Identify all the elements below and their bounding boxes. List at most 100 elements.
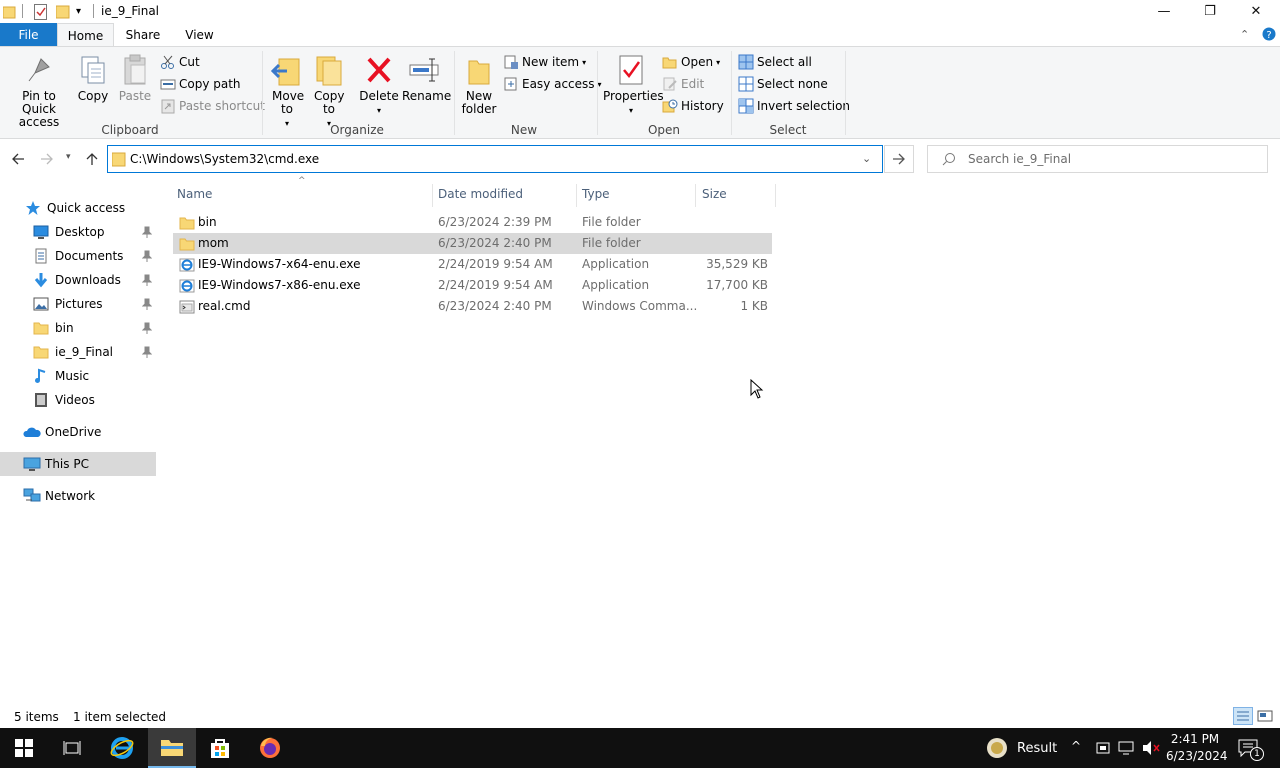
nav-item-bin[interactable]: bin xyxy=(0,316,156,340)
open-button[interactable]: Open ▾ xyxy=(662,53,720,71)
copy-path-button[interactable]: Copy path xyxy=(160,75,241,93)
pin-icon[interactable] xyxy=(142,298,152,310)
pin-icon[interactable] xyxy=(142,274,152,286)
tab-share[interactable]: Share xyxy=(114,23,172,47)
address-input[interactable]: C:\Windows\System32\cmd.exe xyxy=(130,152,319,166)
file-size: 17,700 KB xyxy=(706,278,768,292)
search-box[interactable]: Search ie_9_Final xyxy=(927,145,1268,173)
move-to-button[interactable]: Move to ▾ xyxy=(268,53,306,130)
nav-onedrive[interactable]: OneDrive xyxy=(0,420,156,444)
column-header-size[interactable]: Size xyxy=(702,187,727,201)
invert-selection-button[interactable]: Invert selection xyxy=(738,97,850,115)
new-item-button[interactable]: New item ▾ xyxy=(503,53,586,71)
column-divider[interactable] xyxy=(775,184,776,207)
rename-button[interactable]: Rename xyxy=(402,53,451,103)
result-app-icon[interactable] xyxy=(986,737,1008,759)
select-none-button[interactable]: Select none xyxy=(738,75,828,93)
nav-item-downloads[interactable]: Downloads xyxy=(0,268,156,292)
file-row[interactable]: real.cmd 6/23/2024 2:40 PM Windows Comma..… xyxy=(173,296,772,317)
history-button[interactable]: History xyxy=(662,97,724,115)
copy-to-button[interactable]: Copy to ▾ xyxy=(310,53,348,130)
file-name: real.cmd xyxy=(198,299,251,313)
forward-arrow-icon[interactable] xyxy=(39,151,55,167)
nav-item-music[interactable]: Music xyxy=(0,364,156,388)
select-all-button[interactable]: Select all xyxy=(738,53,812,71)
back-arrow-icon[interactable] xyxy=(10,151,26,167)
large-icons-view-icon[interactable] xyxy=(1257,708,1273,724)
nav-network[interactable]: Network xyxy=(0,484,156,508)
pin-to-quick-access-button[interactable]: Pin to Quick access xyxy=(4,53,74,129)
nav-item-videos[interactable]: Videos xyxy=(0,388,156,412)
file-row[interactable]: bin 6/23/2024 2:39 PM File folder xyxy=(173,212,772,233)
clock-time[interactable]: 2:41 PM xyxy=(1170,732,1220,746)
restore-button[interactable]: ❐ xyxy=(1187,0,1233,23)
device-icon[interactable] xyxy=(1096,740,1110,756)
column-divider[interactable] xyxy=(432,184,433,207)
volume-muted-icon[interactable] xyxy=(1142,740,1160,756)
copy-path-icon xyxy=(160,76,176,92)
search-input[interactable]: Search ie_9_Final xyxy=(968,152,1071,166)
column-divider[interactable] xyxy=(576,184,577,207)
nav-this-pc[interactable]: This PC xyxy=(0,452,156,476)
task-view-button[interactable] xyxy=(48,728,96,768)
qat-customize-dropdown[interactable]: ▾ xyxy=(76,3,81,20)
help-icon[interactable]: ? xyxy=(1262,27,1276,41)
new-folder-button[interactable]: New folder xyxy=(459,53,499,116)
ie-installer-icon xyxy=(179,257,195,273)
nav-item-pictures[interactable]: Pictures xyxy=(0,292,156,316)
edit-button[interactable]: Edit xyxy=(662,75,704,93)
pin-icon[interactable] xyxy=(142,250,152,262)
invert-selection-icon xyxy=(738,98,754,114)
taskbar-file-explorer[interactable] xyxy=(148,728,196,768)
network-status-icon[interactable] xyxy=(1118,740,1136,756)
cut-button[interactable]: Cut xyxy=(160,53,200,71)
properties-qat-icon[interactable] xyxy=(34,3,48,20)
move-to-label: Move to xyxy=(272,89,305,116)
copy-icon xyxy=(77,53,109,87)
file-row[interactable]: IE9-Windows7-x86-enu.exe 2/24/2019 9:54 A… xyxy=(173,275,772,296)
tab-view[interactable]: View xyxy=(172,23,227,47)
clock-date[interactable]: 6/23/2024 xyxy=(1166,749,1228,763)
address-dropdown-chevron-icon[interactable]: ⌄ xyxy=(862,152,871,165)
nav-quick-access[interactable]: Quick access xyxy=(0,196,156,220)
pin-icon[interactable] xyxy=(142,322,152,334)
paste-shortcut-button[interactable]: Paste shortcut xyxy=(160,97,265,115)
column-header-name[interactable]: Name xyxy=(177,187,212,201)
scissors-icon xyxy=(160,54,176,70)
file-row[interactable]: mom 6/23/2024 2:40 PM File folder xyxy=(173,233,772,254)
pin-icon[interactable] xyxy=(142,226,152,238)
up-arrow-icon[interactable] xyxy=(84,151,100,167)
column-header-type[interactable]: Type xyxy=(582,187,610,201)
column-header-date[interactable]: Date modified xyxy=(438,187,523,201)
paste-button[interactable]: Paste xyxy=(116,53,154,103)
collapse-ribbon-icon[interactable]: ⌃ xyxy=(1240,28,1249,41)
properties-button[interactable]: Properties ▾ xyxy=(603,53,664,117)
new-folder-qat-icon[interactable] xyxy=(56,3,70,20)
details-view-icon[interactable] xyxy=(1233,707,1253,725)
copy-button[interactable]: Copy xyxy=(74,53,112,103)
taskbar-firefox[interactable] xyxy=(246,728,294,768)
pin-icon[interactable] xyxy=(142,346,152,358)
taskbar-store[interactable] xyxy=(196,728,244,768)
selection-count: 1 item selected xyxy=(73,710,167,724)
address-bar[interactable]: C:\Windows\System32\cmd.exe ⌄ xyxy=(107,145,883,173)
result-label[interactable]: Result xyxy=(1017,741,1057,756)
file-date-modified: 6/23/2024 2:40 PM xyxy=(438,299,552,313)
show-hidden-icons-chevron-icon[interactable]: ^ xyxy=(1071,739,1081,753)
taskbar-internet-explorer[interactable] xyxy=(98,728,146,768)
tab-file[interactable]: File xyxy=(0,23,57,47)
recent-locations-chevron-icon[interactable]: ▾ xyxy=(66,152,71,162)
properties-label: Properties xyxy=(603,89,664,103)
go-button[interactable] xyxy=(884,145,914,173)
easy-access-button[interactable]: Easy access ▾ xyxy=(503,75,602,93)
file-row[interactable]: IE9-Windows7-x64-enu.exe 2/24/2019 9:54 A… xyxy=(173,254,772,275)
minimize-button[interactable]: — xyxy=(1141,0,1187,23)
delete-button[interactable]: Delete ▾ xyxy=(358,53,400,117)
column-divider[interactable] xyxy=(695,184,696,207)
tab-home[interactable]: Home xyxy=(57,23,114,47)
nav-item-ie-9-final[interactable]: ie_9_Final xyxy=(0,340,156,364)
nav-item-desktop[interactable]: Desktop xyxy=(0,220,156,244)
start-button[interactable] xyxy=(0,728,48,768)
nav-item-documents[interactable]: Documents xyxy=(0,244,156,268)
close-button[interactable]: ✕ xyxy=(1233,0,1279,23)
